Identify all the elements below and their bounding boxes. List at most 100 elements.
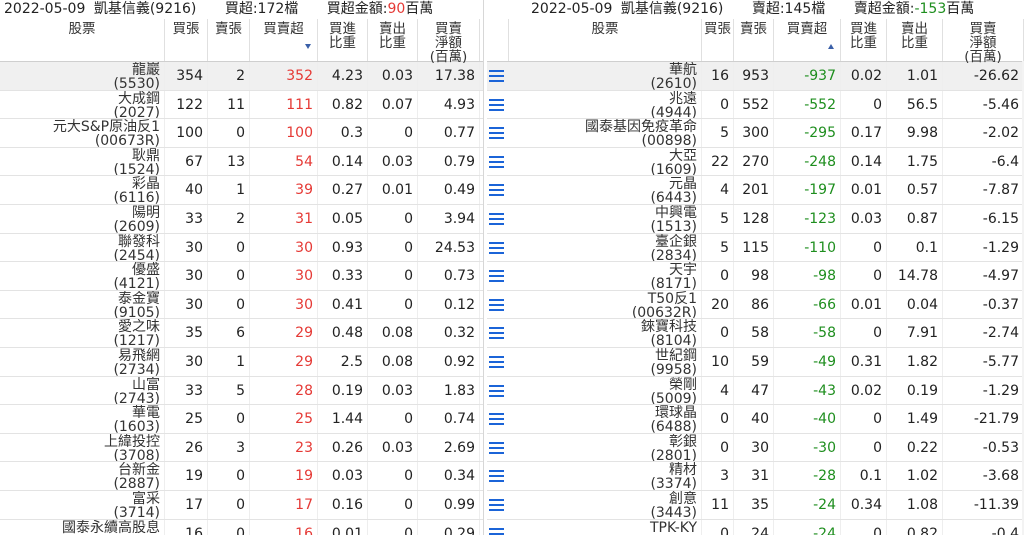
table-row[interactable]: 國泰永續高股息(00878)160160.0100.29	[0, 519, 483, 535]
stock-name[interactable]: 兆遠	[509, 92, 697, 106]
stock-cell[interactable]: 錸寶科技 (8104)	[509, 319, 702, 347]
stock-cell[interactable]: TPK-KY(3673)	[509, 519, 702, 535]
stock-cell[interactable]: 陽明 (2609)	[0, 204, 165, 233]
table-row[interactable]: 中興電 (1513) 5 128 -123 0.03 0.87 -6.15	[487, 204, 1024, 234]
stock-name[interactable]: 愛之味	[0, 320, 160, 334]
stock-name[interactable]: 榮剛	[509, 378, 697, 392]
stock-name[interactable]: 元晶	[509, 177, 697, 191]
list-icon[interactable]	[487, 377, 509, 405]
list-icon[interactable]	[489, 212, 504, 225]
stock-name[interactable]: 聯發科	[0, 235, 160, 249]
list-icon[interactable]	[489, 470, 504, 483]
column-header-buy-pct[interactable]: 買進 比重	[318, 19, 368, 61]
stock-name[interactable]: 國泰永續高股息	[0, 521, 160, 535]
stock-cell[interactable]: 華電 (1603)	[0, 405, 165, 433]
list-icon[interactable]	[487, 319, 509, 347]
table-row[interactable]: 山富 (2743) 33 5 28 0.19 0.03 1.83	[0, 376, 483, 406]
column-header-sell-pct[interactable]: 賣出 比重	[368, 19, 418, 61]
stock-name[interactable]: 易飛網	[0, 349, 160, 363]
list-icon[interactable]	[487, 234, 509, 262]
stock-cell[interactable]: 臺企銀 (2834)	[509, 233, 702, 262]
list-icon[interactable]	[487, 205, 509, 233]
table-row[interactable]: T50反1 (00632R) 20 86 -66 0.01 0.04 -0.37	[487, 290, 1024, 320]
stock-cell[interactable]: 元大S&P原油反1 (00673R)	[0, 119, 165, 147]
list-icon[interactable]	[487, 348, 509, 376]
stock-cell[interactable]: 聯發科 (2454)	[0, 233, 165, 262]
table-row[interactable]: 彩晶 (6116) 40 1 39 0.27 0.01 0.49	[0, 176, 483, 205]
table-row[interactable]: 榮剛 (5009) 4 47 -43 0.02 0.19 -1.29	[487, 376, 1024, 406]
stock-cell[interactable]: 環球晶 (6488)	[509, 405, 702, 433]
stock-cell[interactable]: 華航 (2610)	[509, 62, 702, 90]
stock-cell[interactable]: 彰銀 (2801)	[509, 433, 702, 462]
stock-name[interactable]: 泰金寶	[0, 292, 160, 306]
stock-name[interactable]: 世紀鋼	[509, 349, 697, 363]
stock-name[interactable]: 台新金	[0, 463, 160, 477]
table-row[interactable]: 華電 (1603) 25 0 25 1.44 0 0.74	[0, 405, 483, 434]
stock-cell[interactable]: 世紀鋼 (9958)	[509, 347, 702, 376]
table-row[interactable]: 易飛網 (2734) 30 1 29 2.5 0.08 0.92	[0, 347, 483, 377]
table-row[interactable]: 優盛 (4121) 30 0 30 0.33 0 0.73	[0, 262, 483, 291]
list-icon[interactable]	[489, 270, 504, 283]
stock-cell[interactable]: 泰金寶 (9105)	[0, 290, 165, 319]
table-row[interactable]: 元大S&P原油反1 (00673R) 100 0 100 0.3 0 0.77	[0, 119, 483, 148]
table-row[interactable]: 世紀鋼 (9958) 10 59 -49 0.31 1.82 -5.77	[487, 347, 1024, 377]
table-row[interactable]: 臺企銀 (2834) 5 115 -110 0 0.1 -1.29	[487, 233, 1024, 263]
stock-cell[interactable]: 富采 (3714)	[0, 490, 165, 519]
list-icon[interactable]	[489, 298, 504, 311]
stock-name[interactable]: 龍巖	[0, 63, 160, 77]
stock-cell[interactable]: 兆遠 (4944)	[509, 90, 702, 119]
table-row[interactable]: 天宇 (8171) 0 98 -98 0 14.78 -4.97	[487, 262, 1024, 291]
table-row[interactable]: 兆遠 (4944) 0 552 -552 0 56.5 -5.46	[487, 90, 1024, 120]
table-row[interactable]: 錸寶科技 (8104) 0 58 -58 0 7.91 -2.74	[487, 319, 1024, 348]
stock-name[interactable]: 精材	[509, 463, 697, 477]
stock-name[interactable]: TPK-KY	[509, 521, 697, 535]
stock-cell[interactable]: 中興電 (1513)	[509, 204, 702, 233]
table-row[interactable]: 龍巖 (5530) 354 2 352 4.23 0.03 17.38	[0, 62, 483, 91]
table-row[interactable]: 精材 (3374) 3 31 -28 0.1 1.02 -3.68	[487, 462, 1024, 491]
stock-cell[interactable]: 耿鼎 (1524)	[0, 147, 165, 176]
list-icon[interactable]	[489, 98, 504, 111]
list-icon[interactable]	[489, 527, 504, 535]
table-row[interactable]: 富采 (3714) 17 0 17 0.16 0 0.99	[0, 490, 483, 520]
stock-cell[interactable]: 創意 (3443)	[509, 490, 702, 519]
stock-name[interactable]: 大亞	[509, 149, 697, 163]
list-icon[interactable]	[487, 262, 509, 290]
list-icon[interactable]	[489, 413, 504, 426]
list-icon[interactable]	[489, 498, 504, 511]
stock-name[interactable]: 華電	[0, 406, 160, 420]
stock-name[interactable]: 天宇	[509, 263, 697, 277]
table-row[interactable]: 泰金寶 (9105) 30 0 30 0.41 0 0.12	[0, 290, 483, 320]
stock-cell[interactable]: 大亞 (1609)	[509, 147, 702, 176]
table-row[interactable]: 華航 (2610) 16 953 -937 0.02 1.01 -26.62	[487, 62, 1024, 91]
table-row[interactable]: 台新金 (2887) 19 0 19 0.03 0 0.34	[0, 462, 483, 491]
list-icon[interactable]	[489, 155, 504, 168]
stock-name[interactable]: T50反1	[509, 292, 697, 306]
column-header-net[interactable]: 買賣超	[250, 19, 318, 61]
list-icon[interactable]	[489, 327, 504, 340]
stock-cell[interactable]: 大成鋼 (2027)	[0, 90, 165, 119]
table-row[interactable]: 創意 (3443) 11 35 -24 0.34 1.08 -11.39	[487, 490, 1024, 520]
table-row[interactable]: 聯發科 (2454) 30 0 30 0.93 0 24.53	[0, 233, 483, 263]
list-icon[interactable]	[487, 119, 509, 147]
column-header-net-amount[interactable]: 買賣 淨額 (百萬)	[943, 19, 1024, 64]
table-row[interactable]: 彰銀 (2801) 0 30 -30 0 0.22 -0.53	[487, 433, 1024, 463]
stock-name[interactable]: 大成鋼	[0, 92, 160, 106]
table-row[interactable]: 大亞 (1609) 22 270 -248 0.14 1.75 -6.4	[487, 147, 1024, 177]
table-row[interactable]: 大成鋼 (2027) 122 11 111 0.82 0.07 4.93	[0, 90, 483, 120]
list-icon[interactable]	[487, 176, 509, 204]
stock-name[interactable]: 中興電	[509, 206, 697, 220]
list-icon[interactable]	[487, 520, 509, 535]
table-row[interactable]: 元晶 (6443) 4 201 -197 0.01 0.57 -7.87	[487, 176, 1024, 205]
column-header-stock[interactable]: 股票	[0, 19, 165, 61]
stock-cell[interactable]: 龍巖 (5530)	[0, 62, 165, 90]
list-icon[interactable]	[489, 127, 504, 140]
stock-cell[interactable]: 優盛 (4121)	[0, 262, 165, 290]
stock-cell[interactable]: 國泰永續高股息(00878)	[0, 519, 165, 535]
stock-cell[interactable]: 上緯投控 (3708)	[0, 433, 165, 462]
list-icon[interactable]	[487, 291, 509, 319]
stock-name[interactable]: 華航	[509, 63, 697, 77]
column-header-sell-pct[interactable]: 賣出 比重	[887, 19, 943, 61]
table-row[interactable]: 陽明 (2609) 33 2 31 0.05 0 3.94	[0, 204, 483, 234]
stock-name[interactable]: 彩晶	[0, 177, 160, 191]
stock-name[interactable]: 山富	[0, 378, 160, 392]
